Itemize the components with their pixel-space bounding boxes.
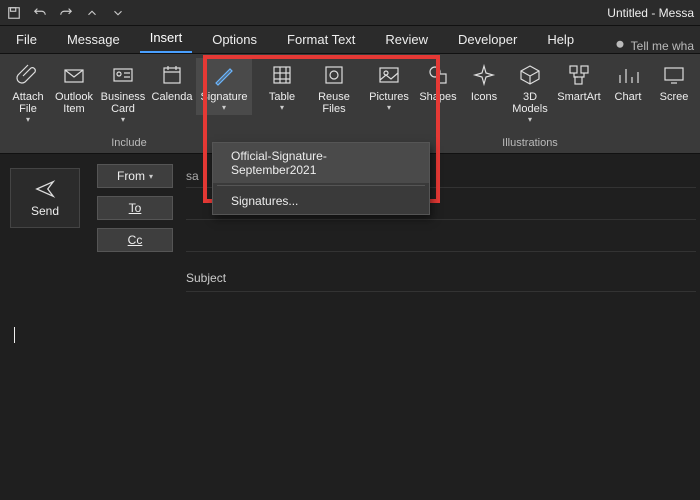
envelope-clip-icon [60,61,88,89]
cc-button[interactable]: Cc [97,228,173,252]
attach-file-button[interactable]: Attach File ▾ [6,58,50,127]
card-icon [109,61,137,89]
caret-down-icon[interactable] [108,3,128,23]
shapes-button[interactable]: Shapes ▾ [416,58,460,115]
ribbon-tabs: File Message Insert Options Format Text … [0,26,700,54]
smartart-icon [565,61,593,89]
tell-me-search[interactable]: Tell me wha [613,39,694,53]
chart-icon [614,61,642,89]
tab-insert[interactable]: Insert [140,25,193,53]
group-include: Attach File ▾ Outlook Item Business Card… [0,54,256,153]
text-cursor [14,327,15,343]
redo-icon[interactable] [56,3,76,23]
chevron-down-icon: ▾ [387,103,391,112]
group-tables: Table ▾ . [256,54,308,153]
smartart-button[interactable]: SmartArt [554,58,604,106]
3d-models-button[interactable]: 3D Models ▾ [508,58,552,127]
window-title: Untitled - Messa [607,6,696,20]
cube-icon [516,61,544,89]
paperclip-icon [14,61,42,89]
calendar-button[interactable]: Calenda [150,58,194,106]
icons-button[interactable]: Icons [462,58,506,106]
to-button[interactable]: To [97,196,173,220]
table-icon [268,61,296,89]
business-card-button[interactable]: Business Card ▾ [98,58,148,127]
tab-developer[interactable]: Developer [448,27,527,53]
undo-icon[interactable] [30,3,50,23]
tab-format-text[interactable]: Format Text [277,27,365,53]
tell-me-label: Tell me wha [631,39,694,53]
lightbulb-icon [613,39,627,53]
pictures-button[interactable]: Pictures ▾ [364,58,414,115]
tab-help[interactable]: Help [537,27,584,53]
message-body[interactable] [0,296,700,373]
group-illustrations: Pictures ▾ Shapes ▾ Icons 3D Models ▾ Sm… [360,54,700,153]
chevron-down-icon: ▾ [436,103,440,112]
send-icon [34,178,56,200]
screenshot-button[interactable]: Scree [652,58,696,106]
quick-access-toolbar [4,3,128,23]
signature-dropdown: Official-Signature-September2021 Signatu… [212,142,430,215]
sparkle-icon [470,61,498,89]
group-reuse: Reuse Files . [308,54,360,153]
signature-menu-item[interactable]: Official-Signature-September2021 [213,143,429,183]
group-label-illustrations: Illustrations [502,137,558,151]
caret-up-icon[interactable] [82,3,102,23]
chevron-down-icon: ▾ [280,103,284,112]
tab-message[interactable]: Message [57,27,130,53]
cc-input[interactable] [186,228,696,252]
chevron-down-icon: ▾ [26,115,30,124]
from-button[interactable]: From▾ [97,164,173,188]
picture-icon [375,61,403,89]
save-icon[interactable] [4,3,24,23]
signature-button[interactable]: Signature ▾ [196,58,252,115]
pen-icon [210,61,238,89]
chevron-down-icon: ▾ [121,115,125,124]
outlook-item-button[interactable]: Outlook Item [52,58,96,118]
ribbon-content: Attach File ▾ Outlook Item Business Card… [0,54,700,154]
chevron-down-icon: ▾ [222,103,226,112]
subject-input[interactable] [256,268,696,288]
group-label-include: Include [111,137,146,151]
tab-options[interactable]: Options [202,27,267,53]
send-button[interactable]: Send [10,168,80,228]
reuse-files-button[interactable]: Reuse Files [312,58,356,118]
send-label: Send [31,204,59,218]
chart-button[interactable]: Chart [606,58,650,106]
table-button[interactable]: Table ▾ [260,58,304,115]
shapes-icon [424,61,452,89]
subject-label: Subject [186,271,256,285]
tab-file[interactable]: File [6,27,47,53]
chevron-down-icon: ▾ [528,115,532,124]
screenshot-icon [660,61,688,89]
tab-review[interactable]: Review [375,27,438,53]
signatures-settings-item[interactable]: Signatures... [213,188,429,214]
calendar-icon [158,61,186,89]
reuse-icon [320,61,348,89]
title-bar: Untitled - Messa [0,0,700,26]
menu-divider [217,185,425,186]
chevron-down-icon: ▾ [149,172,153,181]
